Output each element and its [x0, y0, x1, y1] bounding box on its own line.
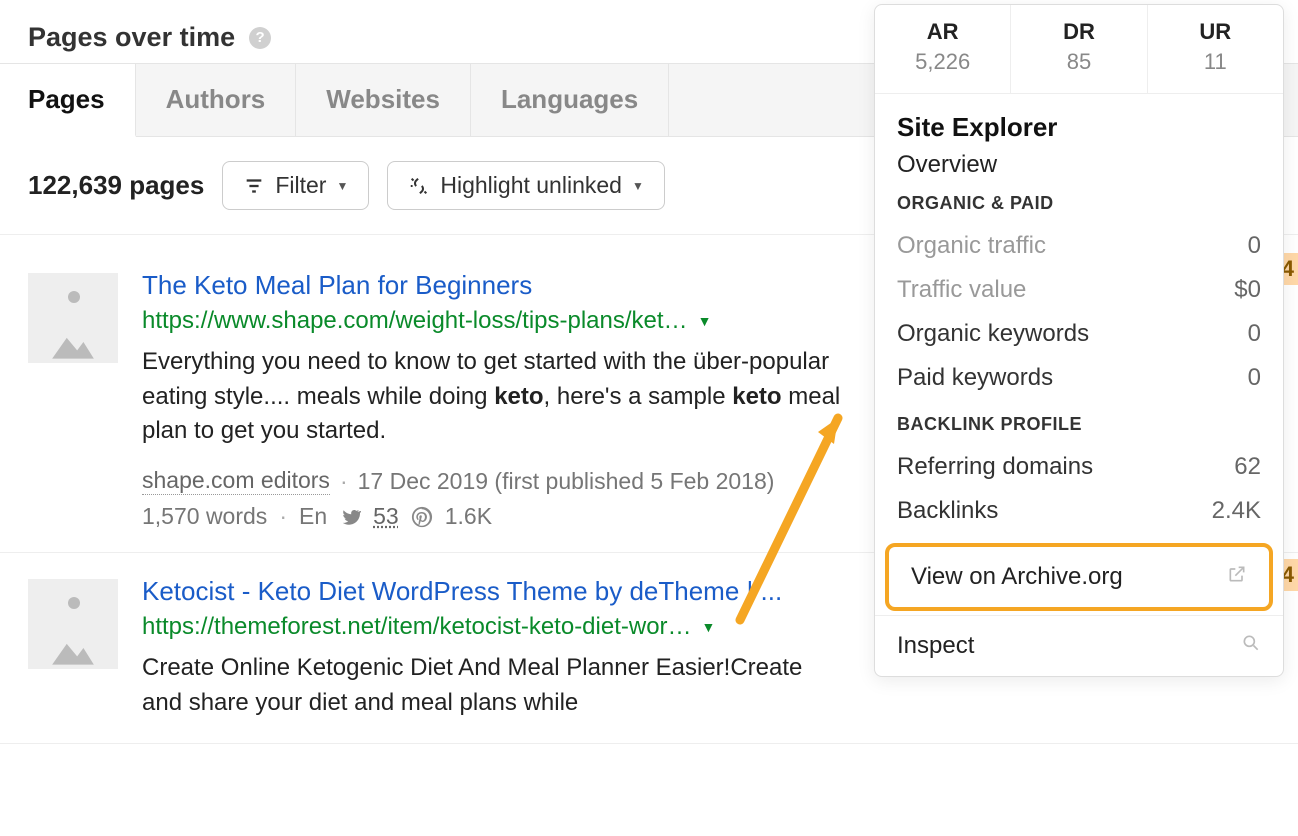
backlink-profile-group-title: BACKLINK PROFILE — [897, 414, 1261, 435]
result-snippet: Create Online Ketogenic Diet And Meal Pl… — [142, 651, 842, 721]
metric-label: UR — [1154, 19, 1277, 45]
url-detail-panel: AR 5,226 DR 85 UR 11 Site Explorer Overv… — [874, 4, 1284, 677]
backlinks-row[interactable]: Backlinks2.4K — [897, 489, 1261, 533]
view-on-archive-link[interactable]: View on Archive.org — [889, 547, 1269, 607]
result-word-count: 1,570 words — [142, 503, 267, 530]
filter-icon — [243, 175, 265, 197]
result-url[interactable]: https://www.shape.com/weight-loss/tips-p… — [142, 307, 688, 335]
result-meta-line-2: 1,570 words · En 53 1.6K — [142, 503, 842, 530]
tab-authors[interactable]: Authors — [136, 64, 297, 136]
metric-label: AR — [881, 19, 1004, 45]
tab-websites[interactable]: Websites — [296, 64, 471, 136]
filter-label: Filter — [275, 172, 326, 199]
image-placeholder-icon — [48, 627, 98, 669]
inspect-link[interactable]: Inspect — [875, 615, 1283, 676]
result-title-link[interactable]: The Keto Meal Plan for Beginners — [142, 270, 532, 300]
image-placeholder-icon — [48, 321, 98, 363]
metric-dr[interactable]: DR 85 — [1010, 5, 1146, 93]
url-dropdown-caret-icon[interactable]: ▼ — [698, 313, 712, 329]
result-snippet: Everything you need to know to get start… — [142, 345, 842, 449]
overview-link[interactable]: Overview — [897, 151, 1261, 179]
traffic-value-row[interactable]: Traffic value$0 — [897, 268, 1261, 312]
metric-value: 85 — [1017, 49, 1140, 75]
pinterest-count: 1.6K — [445, 503, 492, 530]
twitter-count[interactable]: 53 — [373, 503, 399, 530]
filter-button[interactable]: Filter ▼ — [222, 161, 369, 210]
result-url[interactable]: https://themeforest.net/item/ketocist-ke… — [142, 613, 692, 641]
twitter-icon — [339, 506, 361, 528]
pinterest-icon — [411, 506, 433, 528]
paid-keywords-row[interactable]: Paid keywords0 — [897, 356, 1261, 400]
caret-down-icon: ▼ — [632, 179, 644, 193]
result-title-link[interactable]: Ketocist - Keto Diet WordPress Theme by … — [142, 576, 782, 606]
archive-label: View on Archive.org — [911, 563, 1123, 591]
tab-languages[interactable]: Languages — [471, 64, 669, 136]
organic-keywords-row[interactable]: Organic keywords0 — [897, 312, 1261, 356]
metric-ur[interactable]: UR 11 — [1147, 5, 1283, 93]
thumbnail-placeholder — [28, 579, 118, 669]
result-meta-line-1: shape.com editors · 17 Dec 2019 (first p… — [142, 467, 842, 495]
broken-link-icon — [408, 175, 430, 197]
metric-value: 11 — [1154, 49, 1277, 75]
organic-paid-group-title: ORGANIC & PAID — [897, 193, 1261, 214]
highlight-unlinked-button[interactable]: Highlight unlinked ▼ — [387, 161, 664, 210]
highlight-label: Highlight unlinked — [440, 172, 622, 199]
referring-domains-row[interactable]: Referring domains62 — [897, 445, 1261, 489]
url-dropdown-caret-icon[interactable]: ▼ — [702, 619, 716, 635]
inspect-label: Inspect — [897, 632, 974, 660]
organic-traffic-row[interactable]: Organic traffic0 — [897, 224, 1261, 268]
help-icon[interactable]: ? — [249, 27, 271, 49]
metric-value: 5,226 — [881, 49, 1004, 75]
tab-pages[interactable]: Pages — [0, 64, 136, 137]
results-count: 122,639 pages — [28, 170, 204, 201]
result-author[interactable]: shape.com editors — [142, 467, 330, 495]
result-language: En — [299, 503, 327, 530]
site-explorer-heading: Site Explorer — [897, 112, 1261, 143]
metric-label: DR — [1017, 19, 1140, 45]
search-icon — [1241, 632, 1261, 660]
metric-ar[interactable]: AR 5,226 — [875, 5, 1010, 93]
result-date: 17 Dec 2019 (first published 5 Feb 2018) — [358, 468, 775, 495]
thumbnail-placeholder — [28, 273, 118, 363]
page-title: Pages over time — [28, 22, 235, 53]
external-link-icon — [1227, 563, 1247, 591]
caret-down-icon: ▼ — [336, 179, 348, 193]
